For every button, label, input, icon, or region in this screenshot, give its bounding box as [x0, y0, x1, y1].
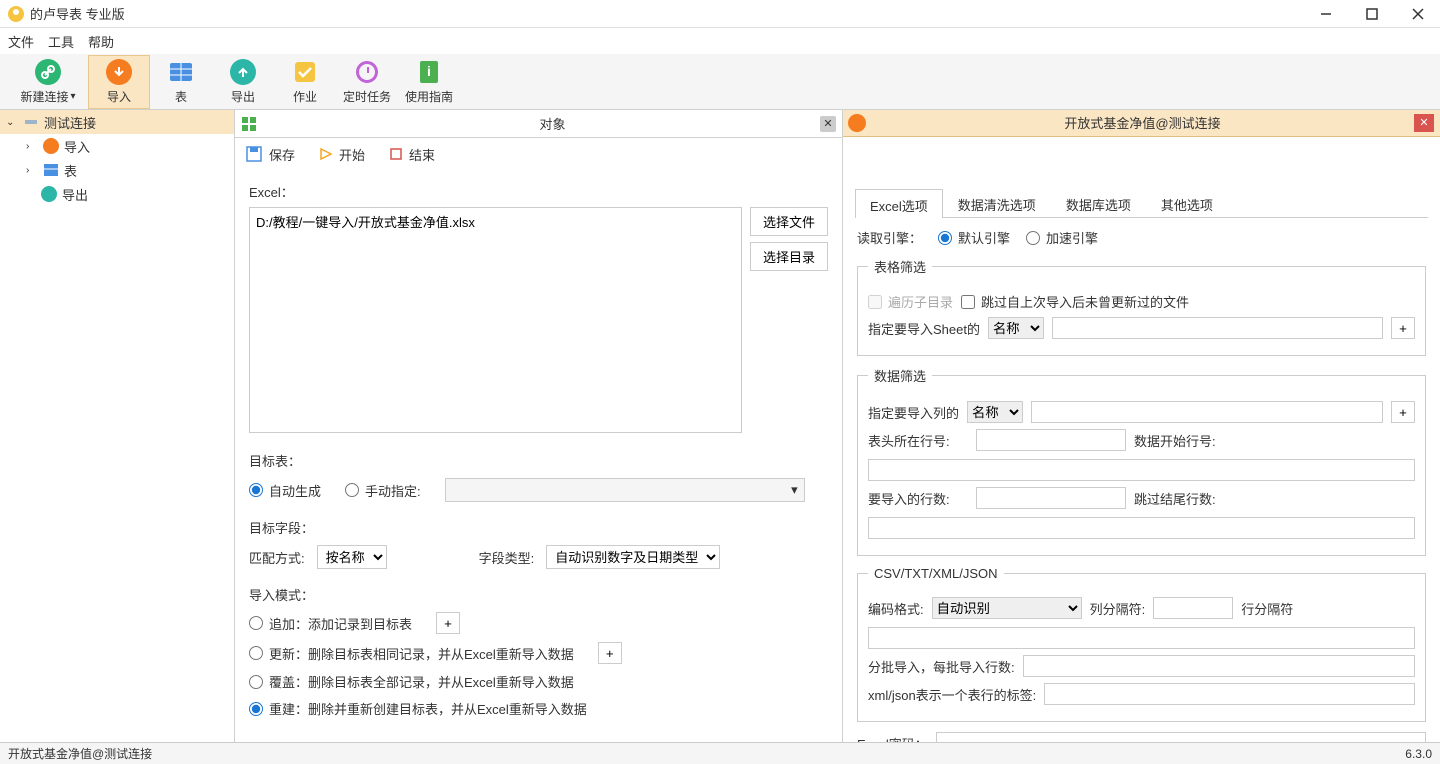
update-plus-button[interactable]: + — [598, 642, 622, 664]
toolbar-cron[interactable]: 定时任务 — [336, 55, 398, 109]
toolbar-new-connection[interactable]: 新建连接▾ — [8, 55, 88, 109]
radio-manual[interactable]: 手动指定: — [345, 481, 421, 500]
target-table-label: 目标表： — [249, 451, 828, 470]
stop-button[interactable]: 结束 — [389, 145, 435, 164]
right-tab-title: 开放式基金净值@测试连接 — [871, 113, 1414, 132]
tree-import[interactable]: › 导入 — [0, 134, 234, 158]
table-icon — [42, 161, 60, 179]
match-method-select[interactable]: 按名称 — [317, 545, 387, 569]
tree-export[interactable]: 导出 — [0, 182, 234, 206]
mode-append[interactable]: 追加：添加记录到目标表 — [249, 614, 412, 633]
file-path-textarea[interactable]: D:/教程/一键导入/开放式基金净值.xlsx — [249, 207, 742, 433]
subtab-excel[interactable]: Excel选项 — [855, 189, 943, 218]
menu-help[interactable]: 帮助 — [88, 32, 114, 51]
choose-file-button[interactable]: 选择文件 — [750, 207, 828, 236]
target-field-label: 目标字段： — [249, 518, 828, 537]
toolbar-job[interactable]: 作业 — [274, 55, 336, 109]
col-name-input[interactable] — [1031, 401, 1383, 423]
start-button[interactable]: 开始 — [319, 145, 365, 164]
col-by-select[interactable]: 名称 — [967, 401, 1023, 423]
sheet-plus-button[interactable]: + — [1391, 317, 1415, 339]
toolbar-export[interactable]: 导出 — [212, 55, 274, 109]
chevron-right-icon: › — [26, 165, 38, 176]
encoding-select[interactable]: 自动识别 — [932, 597, 1082, 619]
toolbar-import[interactable]: 导入 — [88, 55, 150, 109]
header-row-input[interactable] — [976, 429, 1126, 451]
play-icon — [319, 147, 333, 161]
sidebar: ⌄ 测试连接 › 导入 › 表 导出 — [0, 110, 235, 742]
excel-label: Excel： — [249, 182, 828, 201]
import-mode-label: 导入模式： — [249, 585, 828, 604]
connection-icon — [22, 113, 40, 131]
chevron-right-icon: › — [26, 141, 38, 152]
col-delim-input[interactable] — [1153, 597, 1233, 619]
app-icon — [8, 6, 24, 22]
mode-rebuild[interactable]: 重建：删除并重新创建目标表，并从Excel重新导入数据 — [249, 699, 587, 718]
batch-rows-input[interactable] — [1023, 655, 1415, 677]
svg-text:i: i — [427, 63, 431, 79]
subtab-clean[interactable]: 数据清洗选项 — [943, 188, 1051, 217]
chevron-down-icon: ⌄ — [6, 117, 18, 128]
subtab-db[interactable]: 数据库选项 — [1051, 188, 1146, 217]
tab-close-icon[interactable]: ✕ — [820, 116, 836, 132]
data-start-row-input[interactable] — [868, 459, 1415, 481]
xml-tag-input[interactable] — [1044, 683, 1415, 705]
chevron-down-icon: ▾ — [70, 91, 75, 102]
window-title: 的卢导表 专业版 — [30, 4, 1312, 23]
field-type-select[interactable]: 自动识别数字及日期类型 — [546, 545, 720, 569]
fieldset-csv: CSV/TXT/XML/JSON 编码格式: 自动识别 列分隔符: 行分隔符 分… — [857, 566, 1426, 722]
choose-dir-button[interactable]: 选择目录 — [750, 242, 828, 271]
menu-file[interactable]: 文件 — [8, 32, 34, 51]
import-icon — [105, 58, 133, 86]
import-rows-input[interactable] — [976, 487, 1126, 509]
right-tab-close-button[interactable]: ✕ — [1414, 114, 1434, 132]
save-icon — [245, 145, 263, 163]
save-button[interactable]: 保存 — [245, 145, 295, 164]
toolbar-guide[interactable]: i 使用指南 — [398, 55, 460, 109]
manual-table-select[interactable]: ▾ — [445, 478, 805, 502]
import-icon — [42, 137, 60, 155]
table-icon — [167, 58, 195, 86]
export-icon — [40, 185, 58, 203]
export-icon — [229, 58, 257, 86]
status-left: 开放式基金净值@测试连接 — [8, 745, 152, 762]
menu-tools[interactable]: 工具 — [48, 32, 74, 51]
cb-recurse[interactable]: 遍历子目录 — [868, 292, 953, 311]
import-icon — [843, 114, 871, 132]
tree-table[interactable]: › 表 — [0, 158, 234, 182]
mode-update[interactable]: 更新：删除目标表相同记录，并从Excel重新导入数据 — [249, 644, 574, 663]
sheet-by-select[interactable]: 名称 — [988, 317, 1044, 339]
subtab-other[interactable]: 其他选项 — [1146, 188, 1228, 217]
maximize-button[interactable] — [1358, 3, 1386, 25]
status-version: 6.3.0 — [1405, 747, 1432, 761]
skip-tail-input[interactable] — [868, 517, 1415, 539]
guide-icon: i — [415, 58, 443, 86]
fieldset-table-filter: 表格筛选 遍历子目录 跳过自上次导入后未曾更新过的文件 指定要导入Sheet的 … — [857, 257, 1426, 356]
excel-password-input[interactable] — [936, 732, 1426, 742]
cb-skip-unchanged[interactable]: 跳过自上次导入后未曾更新过的文件 — [961, 292, 1189, 311]
engine-default[interactable]: 默认引擎 — [938, 228, 1010, 247]
engine-fast[interactable]: 加速引擎 — [1026, 228, 1098, 247]
col-plus-button[interactable]: + — [1391, 401, 1415, 423]
tab-object[interactable]: 对象 ✕ — [263, 110, 842, 137]
stop-icon — [389, 147, 403, 161]
timer-icon — [353, 58, 381, 86]
grid-icon[interactable] — [235, 116, 263, 132]
close-button[interactable] — [1404, 3, 1432, 25]
radio-auto-gen[interactable]: 自动生成 — [249, 481, 321, 500]
toolbar-table[interactable]: 表 — [150, 55, 212, 109]
tree-root-connection[interactable]: ⌄ 测试连接 — [0, 110, 234, 134]
job-icon — [291, 58, 319, 86]
append-plus-button[interactable]: + — [436, 612, 460, 634]
minimize-button[interactable] — [1312, 3, 1340, 25]
mode-cover[interactable]: 覆盖：删除目标表全部记录，并从Excel重新导入数据 — [249, 672, 574, 691]
row-delim-input[interactable] — [868, 627, 1415, 649]
sheet-name-input[interactable] — [1052, 317, 1383, 339]
link-icon — [34, 58, 62, 86]
fieldset-data-filter: 数据筛选 指定要导入列的 名称 + 表头所在行号: 数据开始行号: 要导入的行数… — [857, 366, 1426, 556]
